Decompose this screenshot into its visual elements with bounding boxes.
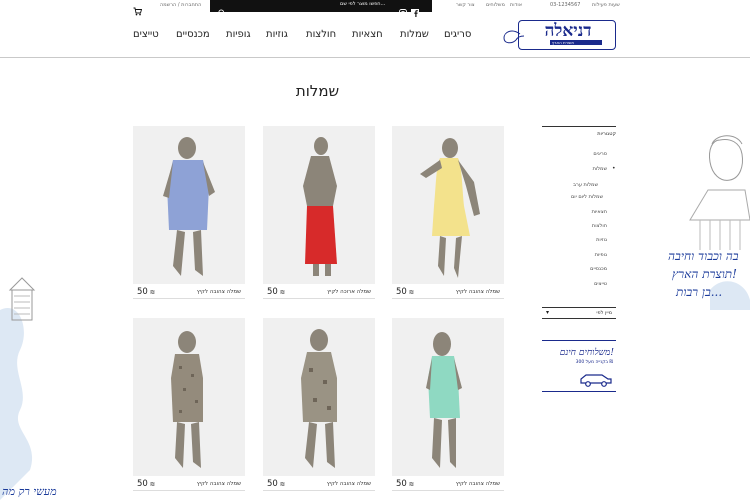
decor-line-3: בן רבות... bbox=[676, 285, 723, 299]
page-title: שמלות bbox=[295, 82, 340, 100]
card-divider bbox=[133, 490, 245, 491]
site-header: דניאלה תוצרת הארץ סריגים שמלות חצאיות חו… bbox=[0, 12, 750, 58]
product-image[interactable] bbox=[263, 318, 375, 476]
search-bar: חפשו מוצר לפי שם... bbox=[210, 0, 432, 17]
chevron-down-icon: ▾ bbox=[546, 309, 550, 316]
topbar-link-contact[interactable]: צור קשר bbox=[456, 2, 475, 8]
store-hours: שעות פעילות bbox=[592, 2, 620, 8]
decor-line-1: בה וכבוד וחיבה bbox=[668, 249, 739, 263]
card-divider bbox=[392, 490, 504, 491]
nav-item-dresses[interactable]: שמלות bbox=[400, 29, 429, 40]
product-price: 50 ₪ bbox=[137, 287, 154, 297]
sidebar-item-pants[interactable]: מכנסיים bbox=[590, 266, 607, 272]
product-card[interactable]: שמלה צהובה לקיץ 50 ₪ bbox=[133, 126, 245, 299]
card-divider bbox=[263, 298, 375, 299]
price-value: 50 bbox=[396, 479, 407, 489]
decorative-illustration-left bbox=[0, 277, 36, 500]
nav-item-sweaters[interactable]: סריגים bbox=[444, 29, 471, 40]
card-divider bbox=[392, 298, 504, 299]
price-value: 50 bbox=[267, 287, 278, 297]
sidebar-item-sweaters[interactable]: סריגים bbox=[593, 151, 607, 157]
card-divider bbox=[263, 490, 375, 491]
sidebar-item-tanktops[interactable]: גופיות bbox=[595, 252, 607, 258]
free-shipping-banner[interactable]: משלוחים חינם! בקנייה מעל 300 ₪ bbox=[542, 340, 616, 392]
search-input[interactable]: חפשו מוצר לפי שם... bbox=[340, 1, 385, 7]
product-name[interactable]: שמלה צהובה לקיץ bbox=[456, 289, 500, 295]
currency-symbol: ₪ bbox=[150, 290, 155, 296]
top-bar: התחברות / הרשמה חפשו מוצר לפי שם... צור … bbox=[0, 0, 750, 17]
product-image[interactable] bbox=[263, 126, 375, 284]
sidebar-item-dresses[interactable]: שמלות bbox=[593, 166, 607, 172]
subcategory-everyday-dresses[interactable]: שמלות ליום יום bbox=[571, 194, 603, 200]
decor-line-2: תוצרת הארץ! bbox=[672, 267, 737, 281]
product-card[interactable]: שמלה ארוכה לקיץ 50 ₪ bbox=[263, 126, 375, 299]
promo-subtitle: בקנייה מעל 300 ₪ bbox=[575, 360, 613, 365]
decor-line-left: מעשי רק מה bbox=[2, 485, 57, 498]
currency-symbol: ₪ bbox=[280, 290, 285, 296]
product-name[interactable]: שמלה צהובה לקיץ bbox=[197, 481, 241, 487]
category-sidebar: קטגוריות bbox=[542, 126, 616, 137]
nav-item-vests[interactable]: גוזיות bbox=[266, 29, 288, 40]
product-name[interactable]: שמלה ארוכה לקיץ bbox=[327, 289, 371, 295]
logo-sub: תוצרת הארץ bbox=[550, 40, 602, 45]
active-bullet-icon: • bbox=[612, 165, 616, 172]
currency-symbol: ₪ bbox=[280, 482, 285, 488]
promo-title: משלוחים חינם! bbox=[559, 348, 614, 358]
price-value: 50 bbox=[137, 287, 148, 297]
account-link[interactable]: התחברות / הרשמה bbox=[160, 2, 201, 8]
product-card[interactable]: שמלה צהובה לקיץ 50 ₪ bbox=[263, 318, 375, 491]
nav-item-pants[interactable]: מכנסיים bbox=[176, 29, 210, 40]
price-value: 50 bbox=[396, 287, 407, 297]
nav-item-skirts[interactable]: חצאיות bbox=[352, 29, 383, 40]
logo[interactable]: דניאלה תוצרת הארץ bbox=[500, 20, 616, 50]
currency-symbol: ₪ bbox=[150, 482, 155, 488]
sort-label: מיין לפי bbox=[596, 310, 612, 316]
product-price: 50 ₪ bbox=[267, 287, 284, 297]
product-name[interactable]: שמלה צהובה לקיץ bbox=[197, 289, 241, 295]
nav-item-tanktops[interactable]: גופיות bbox=[226, 29, 251, 40]
product-name[interactable]: שמלה צהובה לקיץ bbox=[456, 481, 500, 487]
subcategory-evening-dresses[interactable]: שמלות ערב bbox=[573, 182, 598, 188]
sort-dropdown[interactable]: ▾ מיין לפי bbox=[542, 307, 616, 319]
product-card[interactable]: שמלה צהובה לקיץ 50 ₪ bbox=[133, 318, 245, 491]
sidebar-header: קטגוריות bbox=[542, 126, 616, 137]
price-value: 50 bbox=[267, 479, 278, 489]
card-divider bbox=[133, 298, 245, 299]
sidebar-item-shirts[interactable]: חולצות bbox=[592, 223, 607, 229]
product-image[interactable] bbox=[133, 126, 245, 284]
product-price: 50 ₪ bbox=[396, 287, 413, 297]
delivery-car-icon bbox=[580, 374, 612, 387]
topbar-link-shipping[interactable]: משלוחים bbox=[486, 2, 505, 8]
product-image[interactable] bbox=[392, 126, 504, 284]
sidebar-item-skirts[interactable]: חצאיות bbox=[592, 209, 607, 215]
sidebar-item-leggings[interactable]: טייצים bbox=[594, 281, 607, 287]
nav-item-shirts[interactable]: חולצות bbox=[306, 29, 336, 40]
phone-number: 03-1234567 bbox=[550, 2, 581, 8]
product-price: 50 ₪ bbox=[396, 479, 413, 489]
price-value: 50 bbox=[137, 479, 148, 489]
product-image[interactable] bbox=[133, 318, 245, 476]
nav-item-leggings[interactable]: טייצים bbox=[133, 29, 159, 40]
sidebar-item-vests[interactable]: גוזיות bbox=[596, 237, 607, 243]
topbar-link-about[interactable]: אודות bbox=[510, 2, 522, 8]
currency-symbol: ₪ bbox=[409, 290, 414, 296]
product-price: 50 ₪ bbox=[267, 479, 284, 489]
product-price: 50 ₪ bbox=[137, 479, 154, 489]
product-name[interactable]: שמלה צהובה לקיץ bbox=[327, 481, 371, 487]
currency-symbol: ₪ bbox=[409, 482, 414, 488]
logo-name: דניאלה bbox=[544, 21, 592, 41]
product-card[interactable]: שמלה צהובה לקיץ 50 ₪ bbox=[392, 318, 504, 491]
product-image[interactable] bbox=[392, 318, 504, 476]
product-card[interactable]: שמלה צהובה לקיץ 50 ₪ bbox=[392, 126, 504, 299]
